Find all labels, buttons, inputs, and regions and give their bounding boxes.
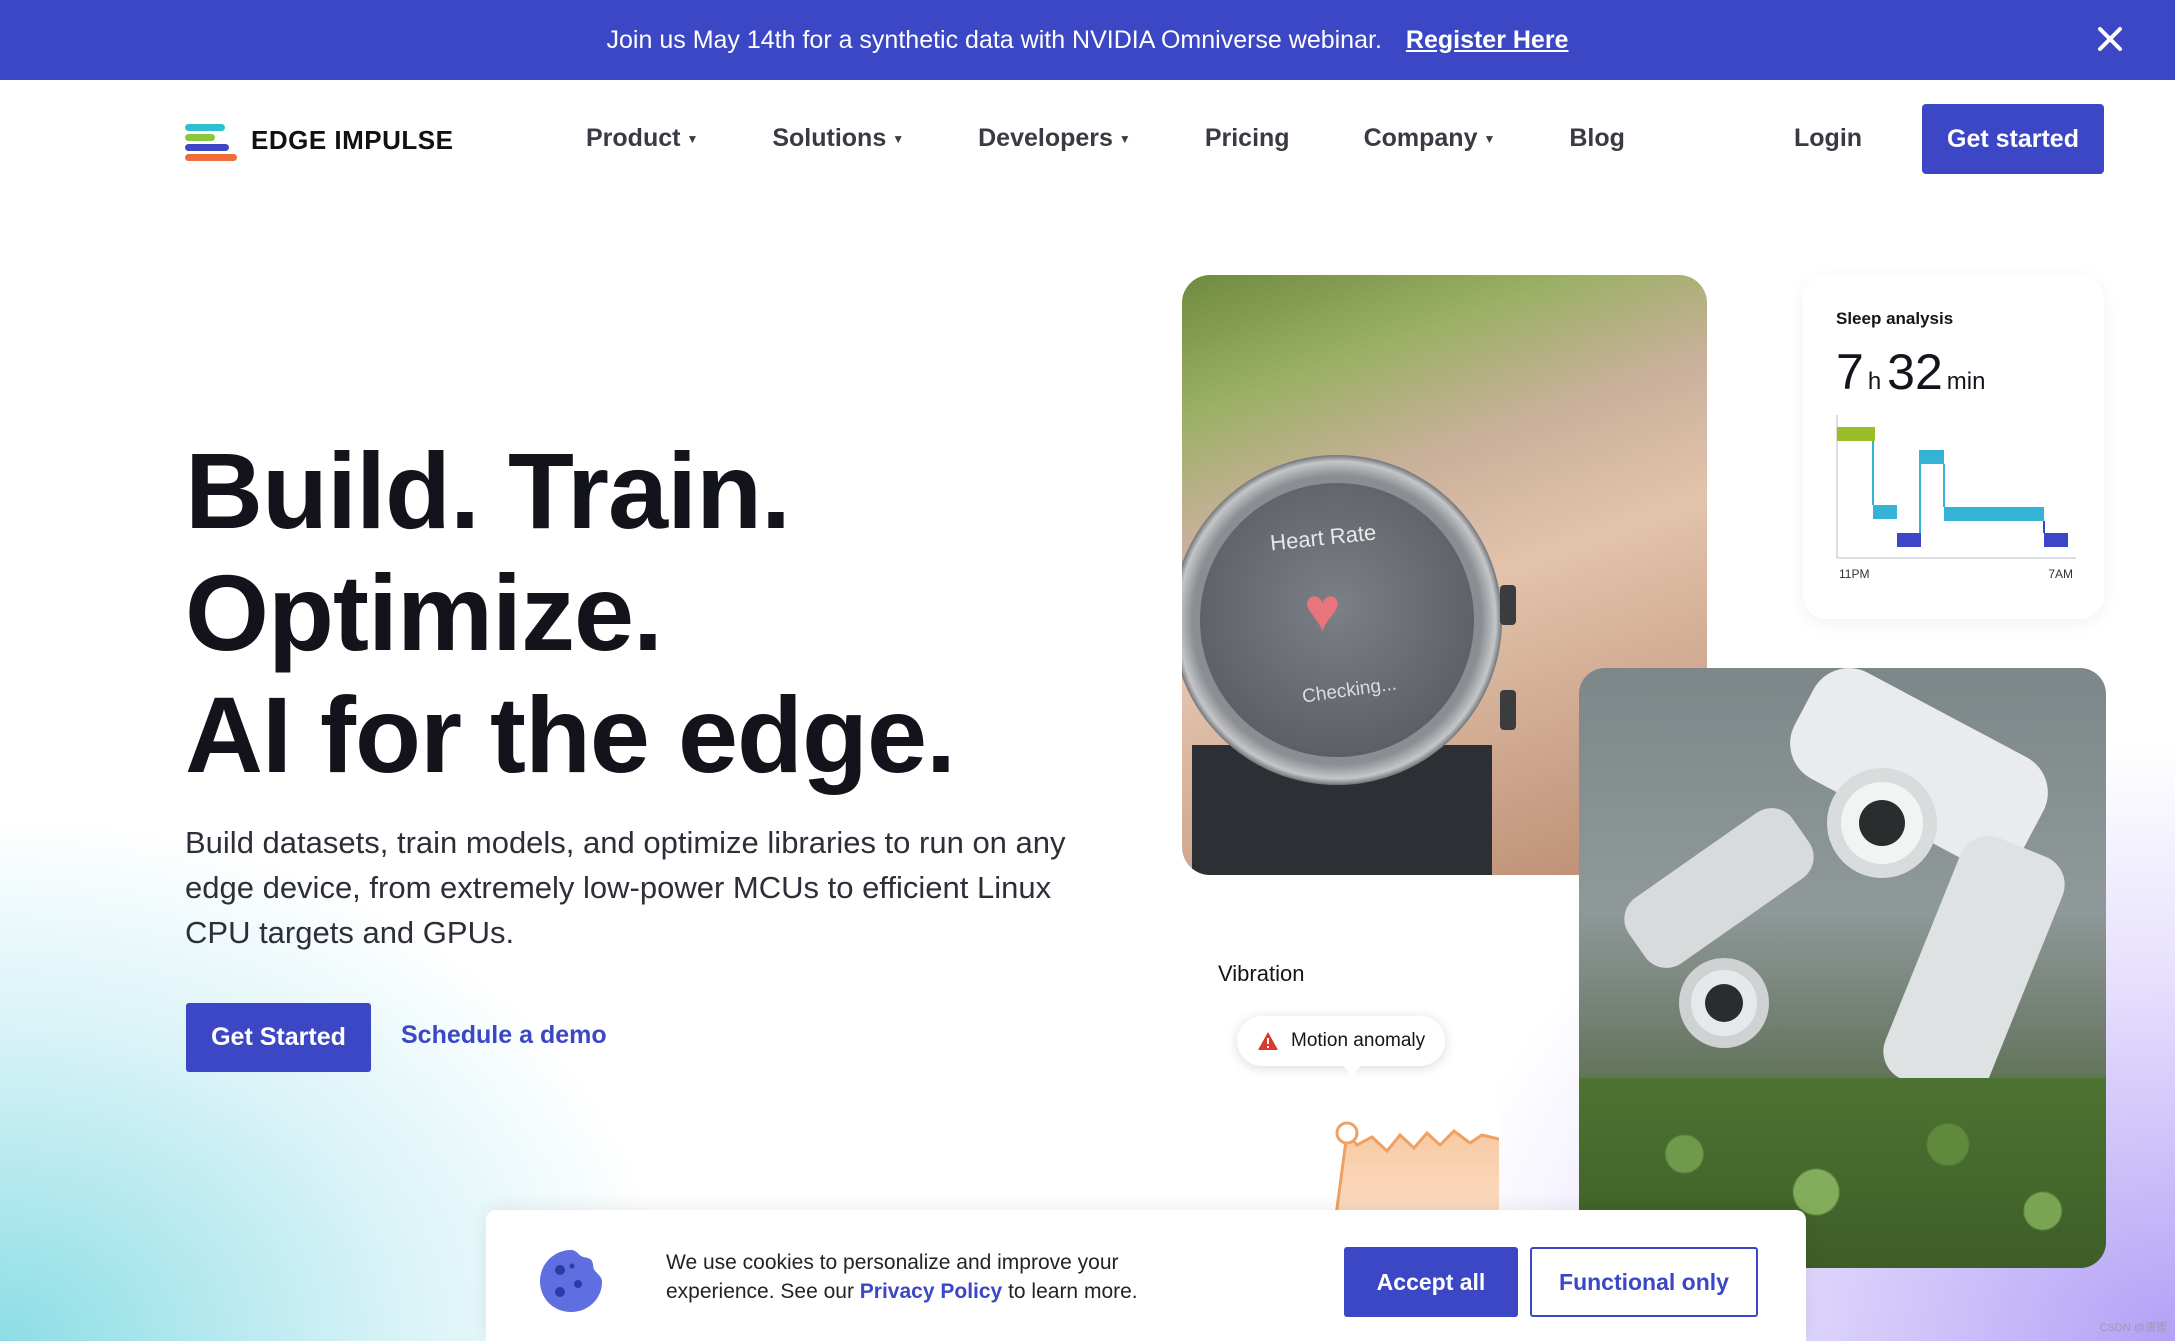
sleep-duration: 7 h 32 min: [1836, 343, 1991, 401]
nav-item-blog[interactable]: Blog: [1569, 124, 1625, 153]
sleep-end-label: 7AM: [2048, 567, 2073, 581]
headline-line-2: Optimize.: [185, 552, 663, 673]
accept-all-button[interactable]: Accept all: [1344, 1247, 1518, 1317]
logo-text: EDGE IMPULSE: [251, 124, 454, 155]
sleep-hours: 7: [1836, 344, 1864, 400]
nav-item-label: Product: [586, 124, 681, 152]
headline-line-1: Build. Train.: [185, 430, 791, 551]
caret-down-icon: ▼: [1118, 131, 1131, 146]
robot-joint-center: [1859, 800, 1905, 846]
warning-icon: [1258, 1032, 1278, 1050]
hero-subtitle: Build datasets, train models, and optimi…: [185, 825, 1066, 950]
cookie-consent-bar: We use cookies to personalize and improv…: [486, 1210, 1806, 1341]
nav-item-product[interactable]: Product ▼: [586, 124, 698, 153]
announcement-banner: Join us May 14th for a synthetic data wi…: [0, 0, 2175, 80]
hero-get-started-button[interactable]: Get Started: [186, 1003, 371, 1072]
register-link[interactable]: Register Here: [1406, 26, 1569, 55]
sleep-stage-light: [1944, 507, 2044, 521]
privacy-policy-link[interactable]: Privacy Policy: [860, 1280, 1002, 1303]
logo[interactable]: EDGE IMPULSE: [185, 118, 453, 162]
cookie-text-after: to learn more.: [1002, 1280, 1138, 1303]
nav-item-label: Blog: [1569, 124, 1625, 152]
vibration-card-title: Vibration: [1218, 961, 1305, 986]
nav-item-solutions[interactable]: Solutions ▼: [772, 124, 904, 153]
sleep-stage-light: [1920, 450, 1944, 464]
motion-anomaly-tooltip: Motion anomaly: [1237, 1016, 1446, 1066]
watch-button: [1500, 690, 1516, 730]
nav-item-label: Developers: [978, 124, 1113, 152]
cookie-icon: [540, 1250, 602, 1312]
get-started-button[interactable]: Get started: [1922, 104, 2104, 174]
tooltip-arrow: [1342, 1064, 1362, 1076]
main-nav: Product ▼ Solutions ▼ Developers ▼ Pricing …: [586, 124, 1625, 153]
watch-button: [1500, 585, 1516, 625]
sleep-stage-deep: [1897, 533, 1921, 547]
motion-anomaly-label: Motion anomaly: [1291, 1030, 1426, 1051]
caret-down-icon: ▼: [686, 131, 699, 146]
heart-icon: ♥: [1304, 576, 1341, 645]
nav-item-pricing[interactable]: Pricing: [1205, 124, 1290, 153]
sleep-stage-deep: [2044, 533, 2068, 547]
nav-item-developers[interactable]: Developers ▼: [978, 124, 1131, 153]
sleep-hours-unit: h: [1867, 368, 1882, 395]
schedule-demo-link[interactable]: Schedule a demo: [401, 1021, 607, 1050]
sleep-stage-awake: [1837, 427, 1875, 441]
hero-headline: Build. Train. Optimize. AI for the edge.: [185, 430, 956, 796]
robot-arm-segment: [1614, 797, 1824, 979]
robot-arm-image: [1579, 668, 2106, 1268]
nav-item-label: Solutions: [772, 124, 887, 152]
functional-only-button[interactable]: Functional only: [1530, 1247, 1758, 1317]
sleep-stage-chart: [1836, 415, 2076, 559]
caret-down-icon: ▼: [892, 131, 905, 146]
nav-item-label: Company: [1363, 124, 1478, 152]
watermark: CSDN @唐锲: [2099, 1322, 2167, 1334]
banner-message: Join us May 14th for a synthetic data wi…: [606, 25, 1382, 54]
sleep-minutes: 32: [1887, 344, 1943, 400]
headline-line-3: AI for the edge.: [185, 674, 956, 795]
sleep-analysis-card: Sleep analysis 7 h 32 min 11PM 7AM: [1803, 275, 2104, 619]
sleep-card-title: Sleep analysis: [1836, 309, 1954, 328]
sleep-start-label: 11PM: [1839, 567, 1870, 581]
sleep-stage-light: [1873, 505, 1897, 519]
robot-joint-center: [1705, 984, 1743, 1022]
anomaly-marker: [1335, 1121, 1359, 1145]
logo-mark-icon: [185, 120, 237, 161]
sleep-minutes-unit: min: [1946, 368, 1986, 395]
nav-item-label: Pricing: [1204, 124, 1290, 152]
caret-down-icon: ▼: [1483, 131, 1496, 146]
nav-item-company[interactable]: Company ▼: [1364, 124, 1496, 153]
close-icon[interactable]: [2085, 14, 2135, 64]
site-header: EDGE IMPULSE Product ▼ Solutions ▼ Develop…: [0, 80, 2175, 200]
login-link[interactable]: Login: [1794, 124, 1862, 153]
cookie-message: We use cookies to personalize and improv…: [666, 1248, 1226, 1306]
